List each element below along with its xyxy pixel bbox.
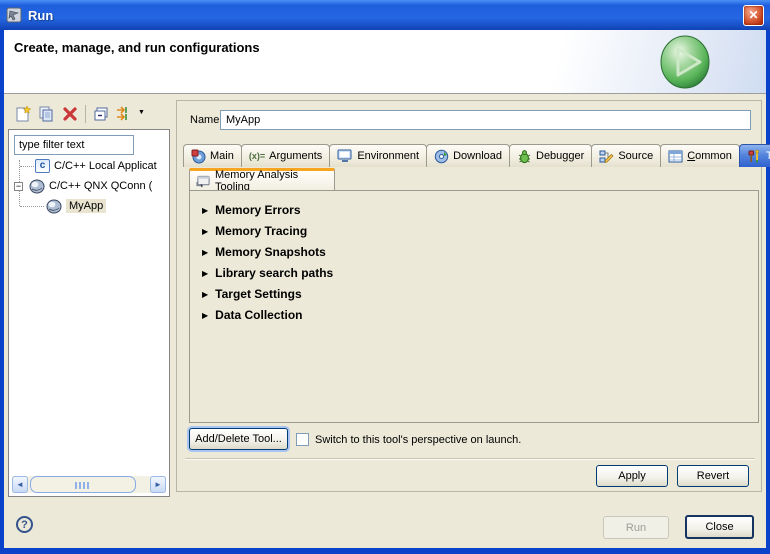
- close-window-button[interactable]: ✕: [743, 5, 764, 26]
- expand-arrow-icon: ▶: [202, 248, 208, 257]
- tree-item-cpp-local-application[interactable]: c C/C++ Local Applicat: [35, 158, 157, 174]
- common-tab-icon: [668, 150, 683, 163]
- tree-connector: [20, 166, 34, 167]
- expand-arrow-icon: ▶: [202, 269, 208, 278]
- dialog-body: Create, manage, and run configurations: [4, 30, 766, 548]
- tab-memory-analysis-tooling[interactable]: Memory Analysis Tooling: [189, 168, 335, 191]
- collapse-all-icon: [92, 105, 110, 123]
- tab-arguments[interactable]: (x)= Arguments: [241, 144, 330, 167]
- scroll-right-button[interactable]: ►: [150, 476, 166, 493]
- download-tab-icon: [434, 149, 449, 164]
- filter-menu-caret-icon[interactable]: ▼: [138, 109, 145, 116]
- banner-message: Create, manage, and run configurations: [14, 40, 260, 55]
- main-area: ▼ c C/C++ Local Applicat −: [4, 95, 766, 548]
- close-icon: ✕: [748, 8, 758, 22]
- run-button[interactable]: Run: [603, 516, 669, 539]
- tree-connector: [19, 190, 20, 206]
- memory-analysis-content: ▶ Memory Errors ▶ Memory Tracing ▶ Memor…: [189, 190, 759, 423]
- scroll-left-icon: ◄: [16, 480, 24, 489]
- tree-item-label-selected: MyApp: [66, 199, 106, 213]
- collapse-all-button[interactable]: [90, 103, 112, 125]
- expand-arrow-icon: ▶: [202, 206, 208, 215]
- expand-arrow-icon: ▶: [202, 227, 208, 236]
- new-configuration-button[interactable]: [12, 103, 34, 125]
- apply-button[interactable]: Apply: [596, 465, 668, 487]
- debugger-tab-icon: [517, 149, 532, 164]
- perspective-checkbox-label: Switch to this tool's perspective on lau…: [315, 434, 521, 446]
- section-data-collection[interactable]: ▶ Data Collection: [202, 307, 303, 323]
- source-tab-icon: [599, 149, 614, 164]
- tree-item-label: C/C++ Local Applicat: [54, 160, 157, 172]
- section-memory-tracing[interactable]: ▶ Memory Tracing: [202, 223, 307, 239]
- add-delete-tool-button[interactable]: Add/Delete Tool...: [189, 428, 288, 450]
- close-button[interactable]: Close: [685, 515, 754, 539]
- tab-main[interactable]: Main: [183, 144, 242, 167]
- run-dialog-window: Run ✕ Create, manage, and run configurat…: [0, 0, 770, 554]
- duplicate-configuration-icon: [37, 105, 55, 123]
- qnx-target-icon: [29, 179, 45, 194]
- memory-analysis-icon: [196, 175, 210, 188]
- delete-configuration-icon: [62, 106, 78, 122]
- toolbar-separator: [85, 105, 86, 123]
- new-configuration-icon: [14, 105, 32, 123]
- main-tab-icon: [191, 149, 206, 164]
- perspective-checkbox[interactable]: [296, 433, 309, 446]
- tab-environment[interactable]: Environment: [329, 144, 427, 167]
- configurations-tree-panel: c C/C++ Local Applicat −: [8, 129, 170, 497]
- title-bar[interactable]: Run ✕: [0, 0, 770, 30]
- horizontal-scrollbar[interactable]: ◄ ►: [12, 476, 166, 493]
- tab-download[interactable]: Download: [426, 144, 510, 167]
- name-input[interactable]: [220, 110, 751, 130]
- scroll-left-button[interactable]: ◄: [12, 476, 28, 493]
- tree-item-label: C/C++ QNX QConn (: [49, 180, 152, 192]
- environment-tab-icon: [337, 149, 353, 163]
- tab-debugger[interactable]: Debugger: [509, 144, 592, 167]
- name-label: Name:: [190, 114, 222, 126]
- scrollbar-grip: [75, 482, 89, 489]
- c-application-icon: c: [35, 159, 50, 173]
- configuration-panel: Name: Main (x)= Arguments: [176, 100, 762, 492]
- tree-connector: [20, 206, 44, 207]
- arguments-tab-icon: (x)=: [249, 151, 265, 161]
- tree-item-cpp-qnx-qconn[interactable]: − C/C++ QNX QConn (: [14, 178, 152, 194]
- run-dialog-icon: [6, 7, 22, 23]
- help-button[interactable]: ?: [16, 516, 33, 533]
- tab-source[interactable]: Source: [591, 144, 661, 167]
- revert-button[interactable]: Revert: [677, 465, 749, 487]
- banner: Create, manage, and run configurations: [4, 30, 766, 94]
- filter-input[interactable]: [14, 135, 134, 155]
- section-library-search-paths[interactable]: ▶ Library search paths: [202, 265, 333, 281]
- expand-arrow-icon: ▶: [202, 290, 208, 299]
- tools-tab-icon: [747, 149, 762, 164]
- tab-tools[interactable]: Tools: [739, 144, 770, 167]
- filter-configurations-button[interactable]: [114, 103, 136, 125]
- config-tab-bar: Main (x)= Arguments Environment: [183, 143, 759, 167]
- scroll-right-icon: ►: [154, 480, 162, 489]
- qnx-target-icon: [46, 199, 62, 214]
- delete-configuration-button[interactable]: [59, 103, 81, 125]
- section-memory-snapshots[interactable]: ▶ Memory Snapshots: [202, 244, 326, 260]
- scrollbar-thumb[interactable]: [30, 476, 136, 493]
- filter-icon: [115, 105, 135, 123]
- duplicate-configuration-button[interactable]: [35, 103, 57, 125]
- tab-common[interactable]: Common: [660, 144, 740, 167]
- separator: [185, 458, 755, 460]
- window-title: Run: [28, 8, 53, 23]
- section-target-settings[interactable]: ▶ Target Settings: [202, 286, 302, 302]
- help-icon: ?: [21, 519, 28, 531]
- tree-item-myapp[interactable]: MyApp: [46, 198, 106, 214]
- expand-arrow-icon: ▶: [202, 311, 208, 320]
- run-play-icon: [660, 34, 712, 90]
- section-memory-errors[interactable]: ▶ Memory Errors: [202, 202, 301, 218]
